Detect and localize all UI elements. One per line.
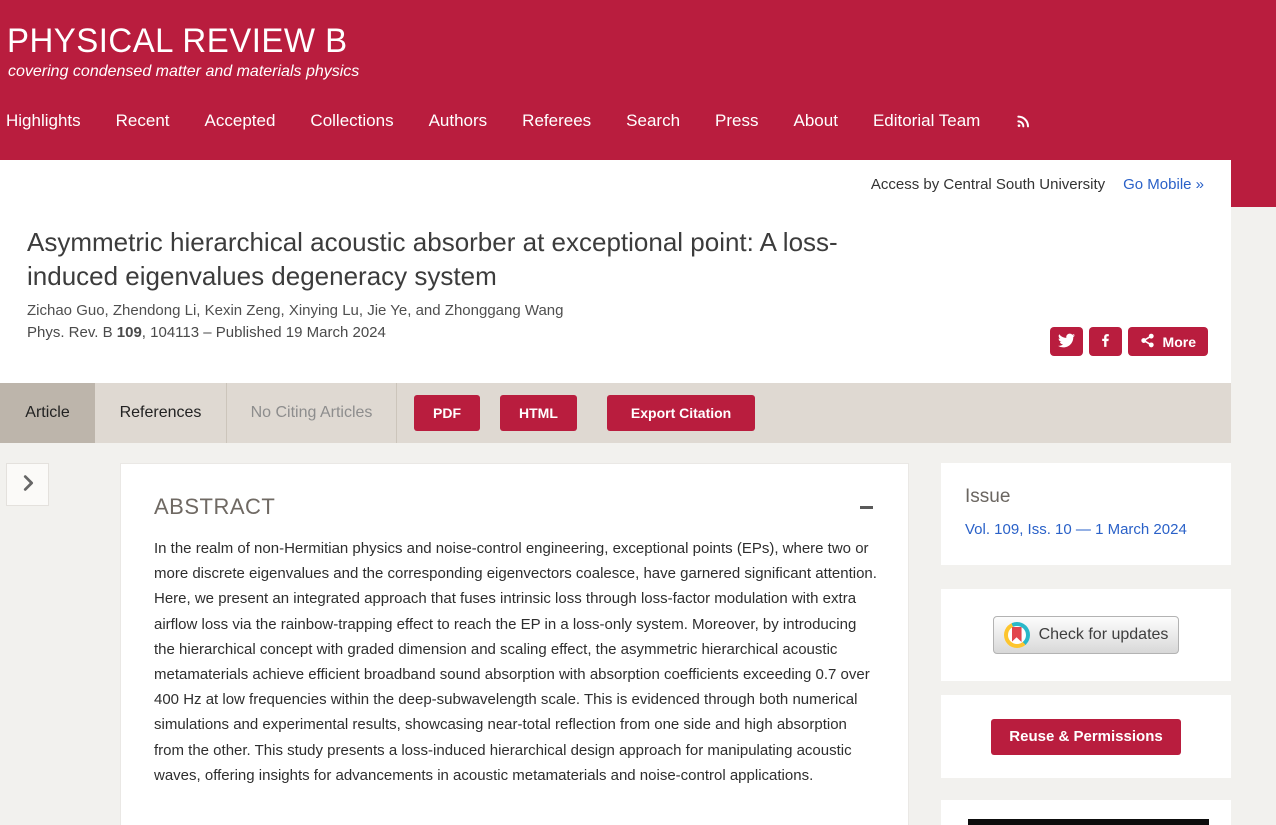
share-more-button[interactable]: More [1128, 327, 1208, 356]
check-for-updates-button[interactable]: Check for updates [993, 616, 1179, 654]
twitter-icon [1058, 332, 1075, 352]
rss-icon[interactable] [1015, 113, 1031, 129]
article-citation: Phys. Rev. B 109, 104113 – Published 19 … [27, 324, 386, 341]
journal-masthead: PHYSICAL REVIEW B covering condensed mat… [0, 0, 1231, 160]
bookmark-icon [1012, 627, 1022, 642]
nav-item-recent[interactable]: Recent [116, 111, 170, 131]
nav-item-editorial-team[interactable]: Editorial Team [873, 111, 980, 131]
collapse-abstract-button[interactable] [858, 502, 875, 513]
share-twitter-button[interactable] [1050, 327, 1083, 356]
pdf-button[interactable]: PDF [414, 395, 480, 431]
export-citation-button[interactable]: Export Citation [607, 395, 755, 431]
issue-heading: Issue [965, 486, 1231, 508]
reuse-permissions-panel: Reuse & Permissions [941, 695, 1231, 778]
minus-icon [860, 506, 873, 509]
issue-panel: Issue Vol. 109, Iss. 10 — 1 March 2024 [941, 463, 1231, 565]
chevron-right-icon [17, 472, 39, 497]
abstract-text: In the realm of non-Hermitian physics an… [154, 536, 879, 788]
article-content: ABSTRACT In the realm of non-Hermitian p… [0, 443, 1231, 825]
share-more-label: More [1163, 334, 1196, 350]
journal-logo[interactable]: PHYSICAL REVIEW B [7, 22, 348, 61]
reuse-permissions-button[interactable]: Reuse & Permissions [991, 719, 1181, 755]
issue-link[interactable]: Vol. 109, Iss. 10 — 1 March 2024 [965, 521, 1231, 538]
go-mobile-link[interactable]: Go Mobile » [1123, 176, 1204, 193]
crossmark-logo [1004, 622, 1030, 648]
share-icon [1140, 333, 1155, 351]
tab-references[interactable]: References [95, 383, 227, 443]
check-updates-panel: Check for updates [941, 589, 1231, 681]
journal-tagline: covering condensed matter and materials … [8, 63, 359, 81]
abstract-section: ABSTRACT In the realm of non-Hermitian p… [120, 463, 909, 825]
nav-item-collections[interactable]: Collections [310, 111, 393, 131]
citation-volume: 109 [117, 324, 142, 341]
advertisement-top-bar [968, 819, 1209, 825]
article-header: Asymmetric hierarchical acoustic absorbe… [0, 208, 1231, 383]
abstract-heading: ABSTRACT [154, 494, 275, 520]
advertisement-panel [941, 800, 1231, 825]
share-buttons: More [1050, 327, 1208, 356]
html-button[interactable]: HTML [500, 395, 577, 431]
access-bar: Access by Central South University Go Mo… [0, 160, 1231, 208]
nav-item-press[interactable]: Press [715, 111, 758, 131]
nav-item-authors[interactable]: Authors [429, 111, 488, 131]
page: PHYSICAL REVIEW B covering condensed mat… [0, 0, 1276, 825]
main-nav: Highlights Recent Accepted Collections A… [6, 111, 1031, 131]
citation-journal: Phys. Rev. B [27, 324, 117, 341]
tab-article[interactable]: Article [0, 383, 95, 443]
article-title: Asymmetric hierarchical acoustic absorbe… [27, 225, 907, 293]
abstract-header: ABSTRACT [154, 494, 875, 520]
nav-item-about[interactable]: About [794, 111, 838, 131]
tab-no-citing-articles[interactable]: No Citing Articles [227, 383, 397, 443]
nav-item-search[interactable]: Search [626, 111, 680, 131]
nav-item-accepted[interactable]: Accepted [205, 111, 276, 131]
share-facebook-button[interactable] [1089, 327, 1122, 356]
nav-item-referees[interactable]: Referees [522, 111, 591, 131]
article-authors: Zichao Guo, Zhendong Li, Kexin Zeng, Xin… [27, 302, 563, 319]
page-container: PHYSICAL REVIEW B covering condensed mat… [0, 0, 1231, 825]
institution-access-text: Access by Central South University [871, 176, 1105, 193]
facebook-icon [1097, 332, 1114, 352]
citation-details: , 104113 – Published 19 March 2024 [142, 324, 386, 341]
expand-outline-button[interactable] [6, 463, 49, 506]
check-updates-label: Check for updates [1039, 626, 1169, 644]
nav-item-highlights[interactable]: Highlights [6, 111, 81, 131]
article-actions: PDF HTML Export Citation [414, 383, 755, 443]
article-tabbar: Article References No Citing Articles PD… [0, 383, 1231, 443]
